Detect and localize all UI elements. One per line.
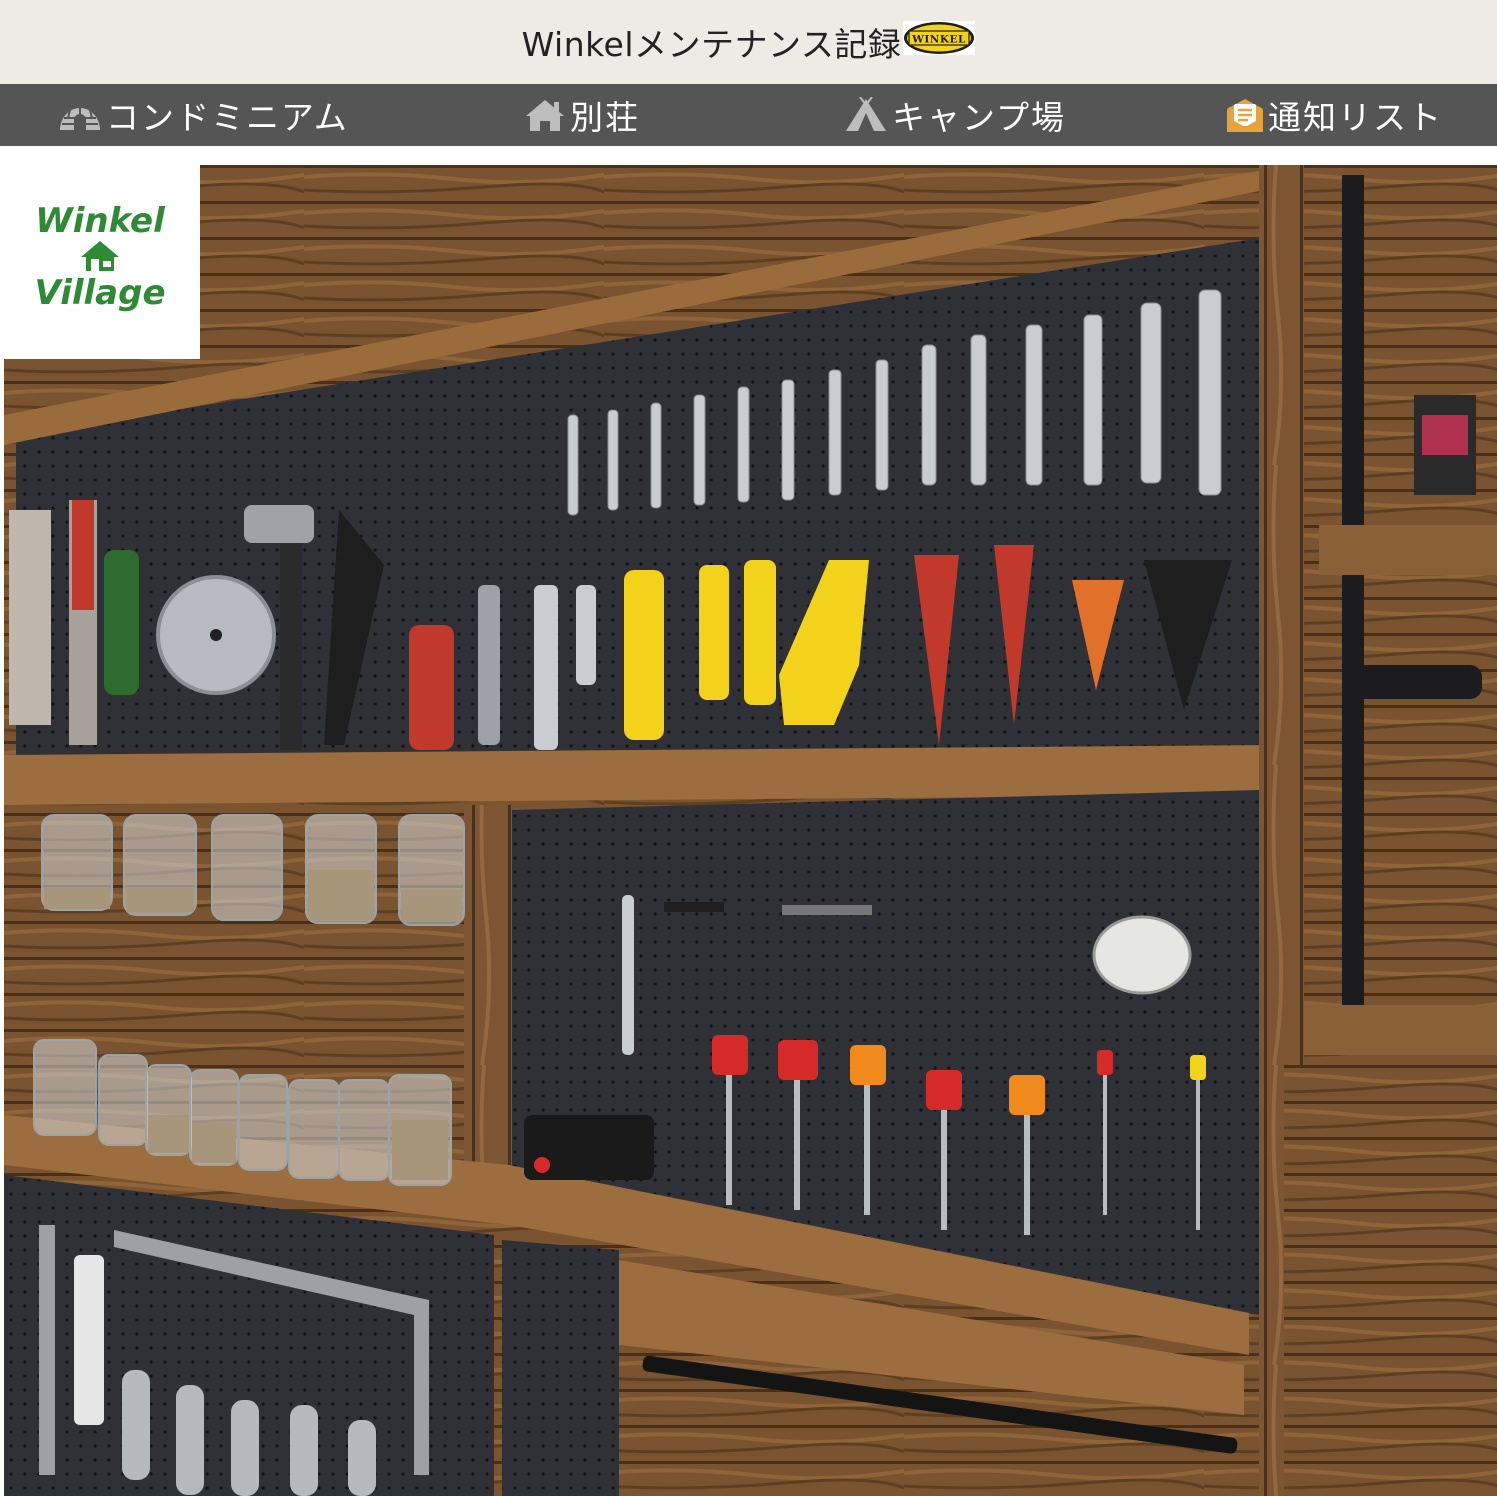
tent-icon: [846, 97, 886, 131]
house-icon: [526, 100, 564, 131]
nav-label-notification-list: 通知リスト: [1268, 98, 1443, 137]
winkel-badge-text: WINKEL: [911, 34, 966, 46]
site-title[interactable]: Winkelメンテナンス記録 WINKEL: [522, 18, 976, 66]
hero-image: [4, 165, 1497, 1496]
logo-text-line2: Village: [34, 273, 166, 313]
nav-item-notification-list[interactable]: 通知リスト: [1226, 84, 1443, 146]
igloo-icon: [60, 107, 100, 130]
winkel-badge-logo: WINKEL: [903, 21, 976, 63]
nav-item-condominium[interactable]: コンドミニアム: [58, 84, 349, 146]
main-nav: コンドミニアム 別荘 キャンプ場 通知リスト: [0, 84, 1497, 146]
mail-list-icon: [1227, 99, 1263, 132]
logo-text-line1: Winkel: [35, 201, 165, 241]
nav-label-condominium: コンドミニアム: [106, 98, 349, 137]
house-logo-icon: [81, 241, 119, 271]
site-title-text: Winkelメンテナンス記録: [521, 25, 902, 64]
nav-label-villa: 別荘: [570, 98, 640, 137]
nav-item-villa[interactable]: 別荘: [524, 84, 640, 146]
nav-item-campsite[interactable]: キャンプ場: [844, 84, 1066, 146]
site-header: Winkelメンテナンス記録 WINKEL: [0, 0, 1497, 84]
nav-label-campsite: キャンプ場: [892, 98, 1067, 137]
winkel-village-logo[interactable]: Winkel Village: [0, 165, 200, 359]
tool-wall-photo: [4, 165, 1497, 1496]
